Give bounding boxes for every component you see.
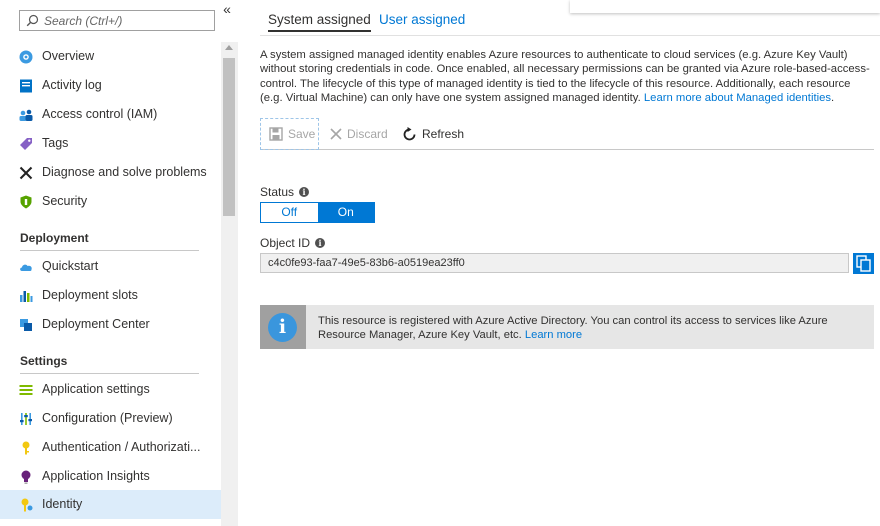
sidebar-item-label: Activity log — [42, 78, 102, 92]
list-icon — [19, 385, 33, 395]
status-toggle: Off On — [260, 202, 375, 223]
discard-button[interactable]: Discard — [330, 118, 388, 150]
copy-to-clipboard-button[interactable] — [853, 253, 874, 274]
sidebar-item-deployment-slots[interactable]: Deployment slots — [0, 281, 221, 310]
sidebar-item-label: Application settings — [42, 382, 150, 396]
sidebar-scrollbar[interactable] — [221, 42, 238, 526]
sidebar-item-label: Quickstart — [42, 259, 99, 273]
save-label: Save — [288, 127, 316, 141]
dropdown-panel-edge — [570, 0, 880, 13]
scroll-up-arrow[interactable] — [225, 45, 233, 50]
sidebar-item-identity[interactable]: Identity — [0, 490, 221, 519]
tag-icon — [20, 138, 32, 150]
cube-icon — [20, 319, 32, 331]
sidebar: « Overview Activity log Access control (… — [0, 0, 238, 526]
sidebar-item-configuration[interactable]: Configuration (Preview) — [0, 404, 221, 433]
info-banner: i This resource is registered with Azure… — [260, 305, 874, 349]
status-off-option[interactable]: Off — [261, 203, 318, 222]
scrollbar-thumb[interactable] — [223, 58, 235, 216]
sidebar-item-label: Security — [42, 194, 88, 208]
sidebar-item-authentication[interactable]: Authentication / Authorizati... — [0, 433, 221, 462]
cloud-icon — [20, 264, 32, 271]
sliders-icon — [20, 413, 32, 425]
people-icon — [19, 109, 33, 121]
sidebar-item-diagnose[interactable]: Diagnose and solve problems — [0, 158, 221, 187]
close-icon — [330, 128, 342, 140]
info-icon: i — [268, 313, 297, 342]
sidebar-item-tags[interactable]: Tags — [0, 129, 221, 158]
collapse-sidebar-button[interactable]: « — [219, 2, 235, 18]
sidebar-section-heading-settings: Settings — [20, 354, 68, 368]
sidebar-item-overview[interactable]: Overview — [0, 42, 221, 71]
learn-more-managed-identities-link[interactable]: Learn more about Managed identities — [644, 92, 831, 104]
sidebar-item-deployment-center[interactable]: Deployment Center — [0, 310, 221, 339]
refresh-label: Refresh — [422, 127, 465, 141]
save-button[interactable]: Save — [260, 118, 319, 150]
search-box[interactable] — [19, 10, 215, 31]
sidebar-item-activity-log[interactable]: Activity log — [0, 71, 221, 100]
sidebar-divider — [20, 373, 199, 374]
bar-slots-icon — [20, 291, 33, 302]
discard-label: Discard — [347, 127, 388, 141]
info-banner-message: This resource is registered with Azure A… — [318, 315, 868, 342]
log-book-icon — [20, 79, 32, 93]
sidebar-section-heading-deployment: Deployment — [20, 231, 89, 245]
copy-icon — [856, 255, 871, 272]
object-id-field-label: Object ID i — [260, 236, 326, 250]
description-end: . — [831, 91, 835, 104]
tabs-divider — [260, 35, 880, 36]
globe-gear-icon — [19, 50, 33, 64]
info-banner-icon-box: i — [260, 305, 306, 349]
lightbulb-icon — [21, 470, 31, 484]
sidebar-item-label: Deployment slots — [42, 288, 138, 302]
sidebar-item-label: Overview — [42, 49, 95, 63]
refresh-button[interactable]: Refresh — [402, 118, 464, 150]
refresh-icon — [403, 126, 416, 140]
status-label-text: Status — [260, 185, 295, 199]
sidebar-item-security[interactable]: Security — [0, 187, 221, 216]
key-yellow-icon — [21, 498, 33, 512]
info-icon[interactable]: i — [315, 238, 326, 248]
info-icon[interactable]: i — [299, 187, 310, 197]
search-icon — [26, 14, 39, 27]
sidebar-item-access-control[interactable]: Access control (IAM) — [0, 100, 221, 129]
sidebar-item-application-settings[interactable]: Application settings — [0, 375, 221, 404]
tab-system-assigned[interactable]: System assigned — [268, 12, 371, 32]
sidebar-item-application-insights[interactable]: Application Insights — [0, 462, 221, 491]
status-field-label: Status i — [260, 185, 310, 199]
sidebar-item-label: Tags — [42, 136, 69, 150]
object-id-label-text: Object ID — [260, 236, 311, 250]
description-text: A system assigned managed identity enabl… — [260, 48, 876, 105]
sidebar-item-label: Deployment Center — [42, 317, 150, 331]
object-id-field[interactable]: c4c0fe93-faa7-49e5-83b6-a0519ea23ff0 — [260, 253, 849, 273]
command-bar: Save Discard Refresh — [260, 118, 874, 150]
learn-more-link[interactable]: Learn more — [525, 329, 582, 341]
key-icon — [22, 441, 30, 455]
sidebar-item-label: Authentication / Authorizati... — [42, 440, 201, 454]
save-icon — [269, 127, 283, 141]
sidebar-item-label: Diagnose and solve problems — [42, 165, 207, 179]
sidebar-item-label: Identity — [42, 497, 83, 511]
search-input[interactable] — [44, 13, 210, 28]
shield-icon — [20, 195, 32, 209]
wrench-cross-icon — [19, 166, 33, 180]
sidebar-item-label: Access control (IAM) — [42, 107, 158, 121]
status-on-option[interactable]: On — [317, 203, 374, 222]
main-content: System assigned User assigned A system a… — [238, 0, 880, 526]
sidebar-item-label: Configuration (Preview) — [42, 411, 173, 425]
sidebar-divider — [20, 250, 199, 251]
sidebar-item-label: Application Insights — [42, 469, 150, 483]
tab-user-assigned[interactable]: User assigned — [379, 12, 465, 27]
sidebar-item-quickstart[interactable]: Quickstart — [0, 252, 221, 281]
